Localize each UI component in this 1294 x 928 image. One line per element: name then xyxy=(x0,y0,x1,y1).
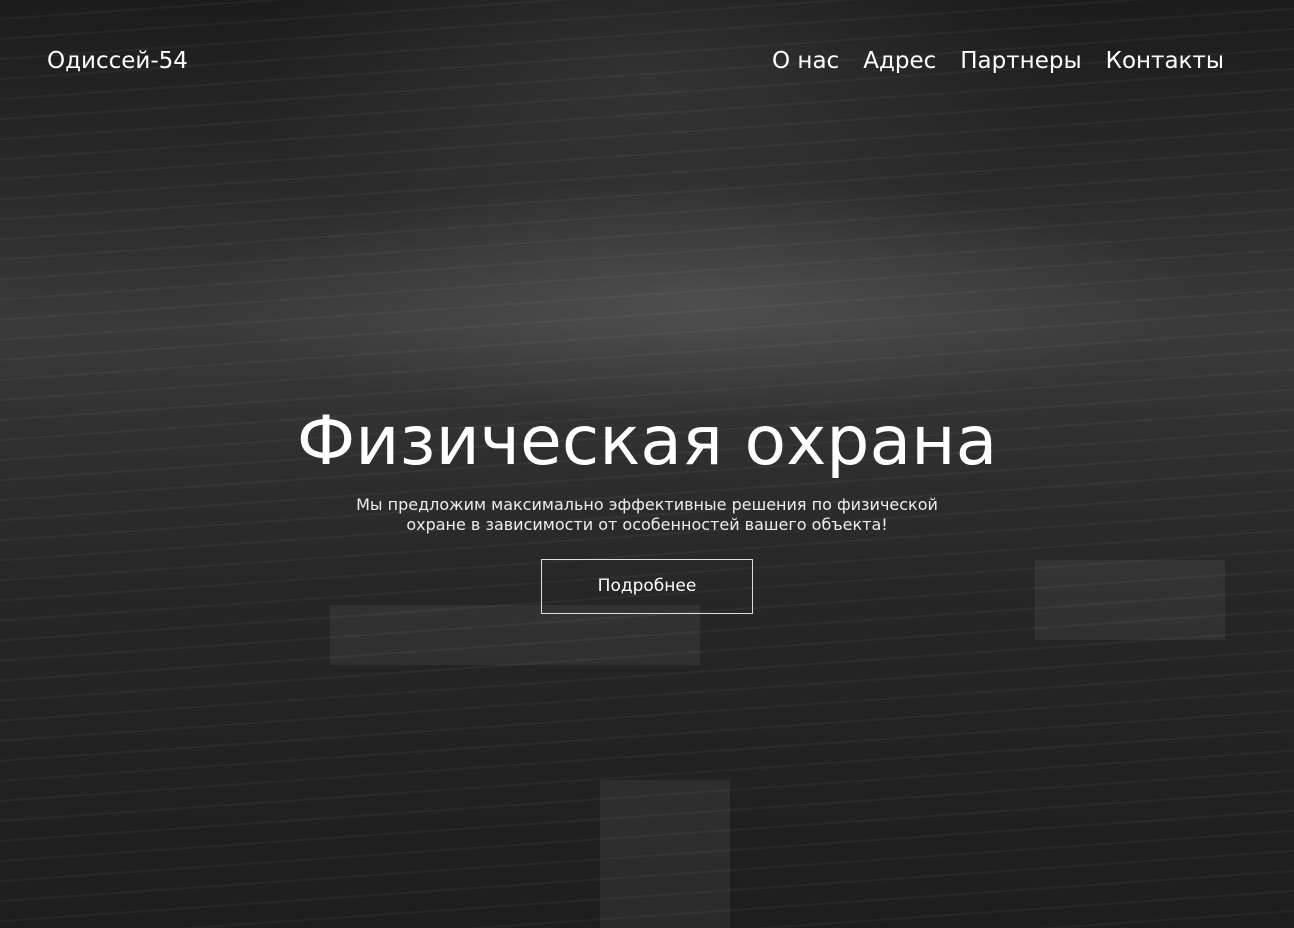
site-header: Одиссей-54 О нас Адрес Партнеры Контакты xyxy=(47,48,1224,74)
hero-subtitle: Мы предложим максимально эффективные реш… xyxy=(356,495,938,534)
nav-partners[interactable]: Партнеры xyxy=(960,48,1081,74)
nav-address[interactable]: Адрес xyxy=(863,48,936,74)
main-nav: О нас Адрес Партнеры Контакты xyxy=(772,48,1224,74)
nav-contacts[interactable]: Контакты xyxy=(1106,48,1224,74)
nav-about[interactable]: О нас xyxy=(772,48,839,74)
hero: Физическая охрана Мы предложим максималь… xyxy=(0,402,1294,614)
background-building xyxy=(600,780,730,928)
hero-title: Физическая охрана xyxy=(296,402,998,481)
site-logo[interactable]: Одиссей-54 xyxy=(47,48,188,74)
background-building xyxy=(330,605,700,665)
more-button[interactable]: Подробнее xyxy=(541,559,753,614)
